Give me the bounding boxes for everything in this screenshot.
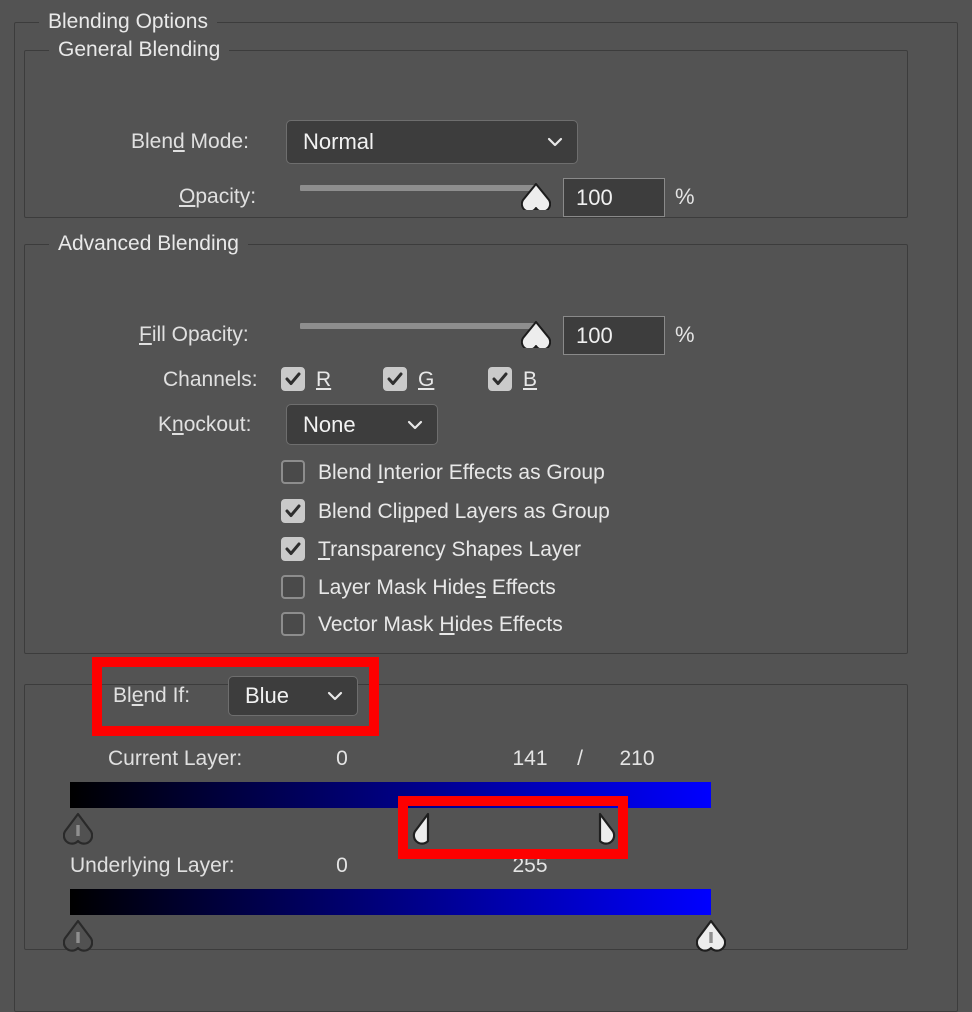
channel-b-label: B	[523, 368, 538, 391]
opacity-value: 100	[576, 184, 613, 210]
fill-opacity-unit: %	[675, 322, 695, 347]
current-layer-handle-black-left[interactable]	[63, 812, 93, 845]
blend-clipped-layers-checkbox[interactable]	[281, 499, 305, 523]
current-layer-max: 210	[619, 747, 655, 770]
general-blending-title: General Blending	[49, 38, 230, 62]
blend-if-value: Blue	[245, 683, 290, 708]
blend-mode-value: Normal	[303, 129, 374, 154]
current-layer-min: 0	[336, 747, 348, 770]
current-layer-handle-white-high[interactable]	[592, 812, 618, 845]
blend-mode-dropdown[interactable]: Normal	[286, 120, 578, 164]
channel-b-checkbox[interactable]	[488, 367, 512, 391]
layer-mask-hides-effects-label: Layer Mask Hides Effects	[318, 576, 556, 599]
underlying-layer-gradient-bar[interactable]	[70, 889, 711, 915]
blend-if-dropdown[interactable]: Blue	[228, 676, 358, 716]
advanced-blending-title: Advanced Blending	[49, 232, 248, 256]
underlying-layer-min: 0	[336, 854, 348, 877]
underlying-layer-handle-white[interactable]	[696, 919, 726, 952]
blend-if-label: Blend If:	[113, 684, 191, 707]
current-layer-label: Current Layer:	[108, 747, 243, 770]
current-layer-mid: 141	[512, 747, 548, 770]
blend-mode-label: Blend Mode:	[131, 130, 249, 153]
vector-mask-hides-effects-label: Vector Mask Hides Effects	[318, 613, 563, 636]
panel-title: Blending Options	[39, 10, 217, 34]
channel-r-label: R	[316, 368, 332, 391]
fill-opacity-label: Fill Opacity:	[139, 323, 249, 346]
underlying-layer-label: Underlying Layer:	[70, 854, 235, 877]
current-layer-gradient-bar[interactable]	[70, 782, 711, 808]
knockout-dropdown[interactable]: None	[286, 404, 438, 445]
layer-mask-hides-effects-checkbox[interactable]	[281, 575, 305, 599]
blend-clipped-layers-label: Blend Clipped Layers as Group	[318, 500, 610, 523]
blend-interior-effects-label: Blend Interior Effects as Group	[318, 461, 605, 484]
fill-opacity-slider-thumb[interactable]	[521, 321, 551, 348]
knockout-label: Knockout:	[158, 413, 252, 436]
underlying-layer-handle-black[interactable]	[63, 919, 93, 952]
current-layer-handle-white-low[interactable]	[412, 812, 438, 845]
chevron-down-icon	[545, 132, 565, 152]
knockout-value: None	[303, 411, 356, 437]
transparency-shapes-layer-label: Transparency Shapes Layer	[318, 538, 582, 561]
underlying-layer-max: 255	[512, 854, 548, 877]
current-layer-separator: /	[577, 747, 583, 770]
channel-r-checkbox[interactable]	[281, 367, 305, 391]
fill-opacity-value: 100	[576, 322, 613, 348]
opacity-unit: %	[675, 184, 695, 209]
blend-interior-effects-checkbox[interactable]	[281, 460, 305, 484]
fill-opacity-slider-track[interactable]	[300, 323, 538, 329]
opacity-slider-track[interactable]	[300, 185, 538, 191]
fill-opacity-input[interactable]: 100	[563, 316, 665, 355]
channel-g-checkbox[interactable]	[383, 367, 407, 391]
vector-mask-hides-effects-checkbox[interactable]	[281, 612, 305, 636]
transparency-shapes-layer-checkbox[interactable]	[281, 537, 305, 561]
chevron-down-icon	[325, 686, 345, 706]
channels-label: Channels:	[163, 368, 258, 391]
opacity-input[interactable]: 100	[563, 178, 665, 217]
chevron-down-icon	[405, 415, 425, 435]
opacity-slider-thumb[interactable]	[521, 183, 551, 210]
opacity-label: Opacity:	[179, 185, 257, 208]
channel-g-label: G	[418, 368, 435, 391]
